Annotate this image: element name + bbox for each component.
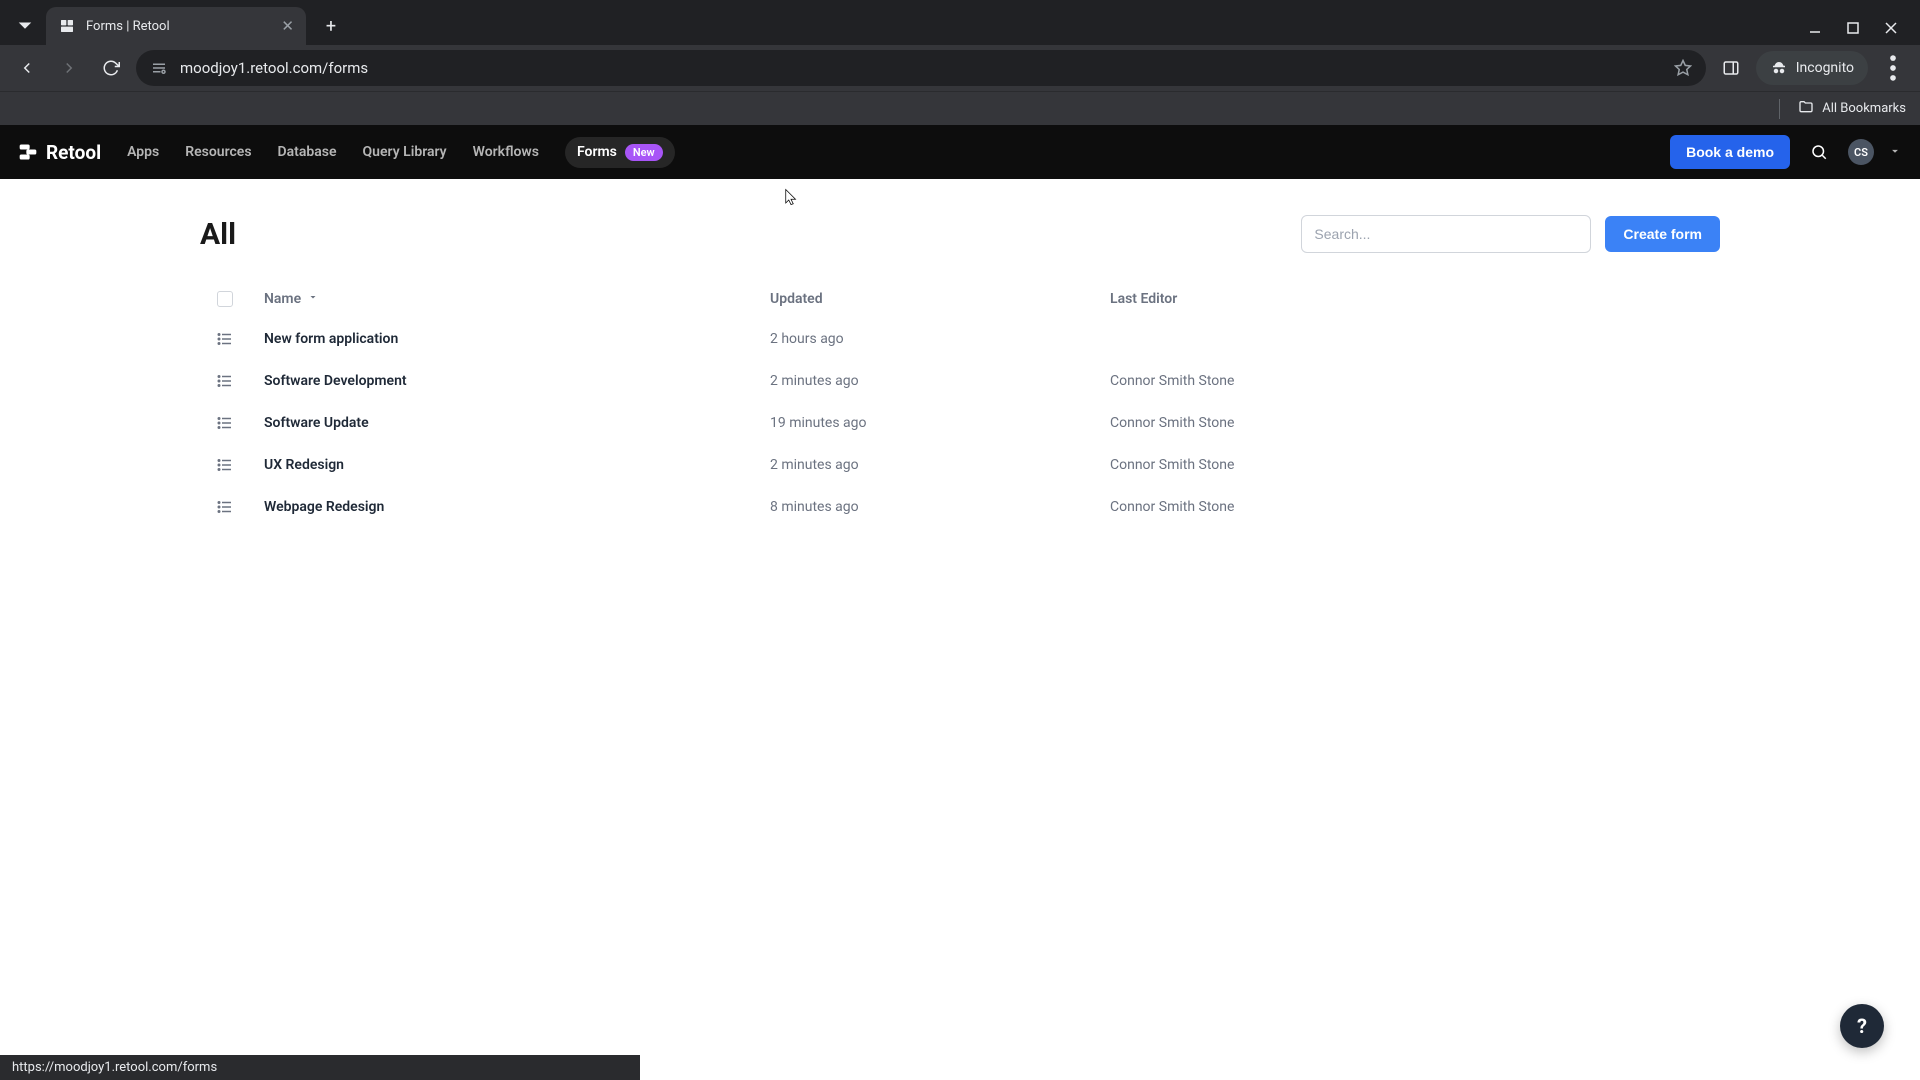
incognito-indicator[interactable]: Incognito: [1756, 51, 1868, 85]
book-demo-button[interactable]: Book a demo: [1670, 135, 1790, 169]
select-all-checkbox[interactable]: [217, 291, 233, 307]
incognito-label: Incognito: [1796, 60, 1854, 76]
row-updated: 2 hours ago: [770, 331, 1110, 347]
row-name: Software Development: [250, 373, 770, 389]
nav-query-library[interactable]: Query Library: [363, 144, 447, 160]
table-header: Name Updated Last Editor: [200, 281, 1720, 318]
avatar[interactable]: CS: [1848, 139, 1874, 165]
close-window-button[interactable]: [1884, 21, 1898, 35]
nav-database[interactable]: Database: [278, 144, 337, 160]
address-bar[interactable]: moodjoy1.retool.com/forms: [136, 50, 1706, 86]
row-editor: Connor Smith Stone: [1110, 457, 1720, 473]
browser-tab-strip: Forms | Retool ✕ +: [0, 0, 1920, 45]
row-name: Webpage Redesign: [250, 499, 770, 515]
nav-forms[interactable]: Forms New: [565, 137, 675, 168]
search-input[interactable]: [1301, 215, 1591, 253]
row-updated: 2 minutes ago: [770, 457, 1110, 473]
table-row[interactable]: New form application2 hours ago: [200, 318, 1720, 360]
app-shell: Retool Apps Resources Database Query Lib…: [0, 125, 1920, 1080]
form-icon: [200, 414, 250, 432]
folder-icon: [1798, 99, 1814, 119]
row-updated: 19 minutes ago: [770, 415, 1110, 431]
nav-apps[interactable]: Apps: [127, 144, 159, 160]
page-title: All: [200, 217, 236, 252]
column-header-updated[interactable]: Updated: [770, 291, 1110, 307]
tab-search-button[interactable]: [10, 10, 40, 40]
bookmark-bar: All Bookmarks: [0, 91, 1920, 125]
maximize-button[interactable]: [1846, 21, 1860, 35]
site-info-icon[interactable]: [150, 59, 168, 77]
browser-toolbar: moodjoy1.retool.com/forms Incognito: [0, 45, 1920, 91]
content-header: All Create form: [200, 215, 1720, 253]
column-editor-label: Last Editor: [1110, 291, 1177, 307]
row-name: Software Update: [250, 415, 770, 431]
user-menu-caret-icon[interactable]: [1888, 143, 1902, 162]
form-icon: [200, 330, 250, 348]
chrome-menu-button[interactable]: [1876, 51, 1910, 85]
row-editor: Connor Smith Stone: [1110, 499, 1720, 515]
nav-workflows[interactable]: Workflows: [473, 144, 539, 160]
all-bookmarks-link[interactable]: All Bookmarks: [1822, 101, 1906, 116]
form-icon: [200, 498, 250, 516]
row-editor: Connor Smith Stone: [1110, 415, 1720, 431]
row-updated: 2 minutes ago: [770, 373, 1110, 389]
column-header-editor[interactable]: Last Editor: [1110, 291, 1720, 307]
form-icon: [200, 372, 250, 390]
row-updated: 8 minutes ago: [770, 499, 1110, 515]
tab-title: Forms | Retool: [86, 19, 271, 34]
help-button[interactable]: ?: [1840, 1004, 1884, 1048]
row-editor: Connor Smith Stone: [1110, 373, 1720, 389]
row-name: New form application: [250, 331, 770, 347]
close-tab-button[interactable]: ✕: [281, 17, 294, 35]
new-badge: New: [625, 144, 663, 161]
column-header-name[interactable]: Name: [250, 291, 770, 307]
sort-caret-icon: [307, 291, 319, 307]
minimize-button[interactable]: [1808, 21, 1822, 35]
nav-forms-label: Forms: [577, 144, 617, 160]
retool-favicon-icon: [58, 17, 76, 35]
table-row[interactable]: Software Update19 minutes agoConnor Smit…: [200, 402, 1720, 444]
table-body: New form application2 hours agoSoftware …: [200, 318, 1720, 528]
window-controls: [1808, 21, 1910, 35]
table-row[interactable]: Webpage Redesign8 minutes agoConnor Smit…: [200, 486, 1720, 528]
brand-logo[interactable]: Retool: [18, 141, 101, 164]
row-name: UX Redesign: [250, 457, 770, 473]
url-text: moodjoy1.retool.com/forms: [180, 59, 1662, 77]
brand-name: Retool: [46, 141, 101, 164]
form-icon: [200, 456, 250, 474]
new-tab-button[interactable]: +: [316, 11, 346, 41]
main-nav: Apps Resources Database Query Library Wo…: [127, 137, 675, 168]
app-header: Retool Apps Resources Database Query Lib…: [0, 125, 1920, 179]
status-bar: https://moodjoy1.retool.com/forms: [0, 1055, 640, 1080]
reload-button[interactable]: [94, 51, 128, 85]
create-form-button[interactable]: Create form: [1605, 216, 1720, 252]
back-button[interactable]: [10, 51, 44, 85]
content-area: All Create form Name Updated Last Editor: [0, 179, 1920, 564]
nav-resources[interactable]: Resources: [185, 144, 251, 160]
bookmark-divider: [1779, 99, 1780, 119]
forward-button[interactable]: [52, 51, 86, 85]
search-icon[interactable]: [1804, 137, 1834, 167]
side-panel-button[interactable]: [1714, 51, 1748, 85]
table-row[interactable]: UX Redesign2 minutes agoConnor Smith Sto…: [200, 444, 1720, 486]
column-updated-label: Updated: [770, 291, 823, 307]
header-right: Book a demo CS: [1670, 135, 1902, 169]
table-row[interactable]: Software Development2 minutes agoConnor …: [200, 360, 1720, 402]
column-name-label: Name: [264, 291, 301, 307]
browser-tab[interactable]: Forms | Retool ✕: [46, 7, 306, 45]
bookmark-star-icon[interactable]: [1674, 59, 1692, 77]
